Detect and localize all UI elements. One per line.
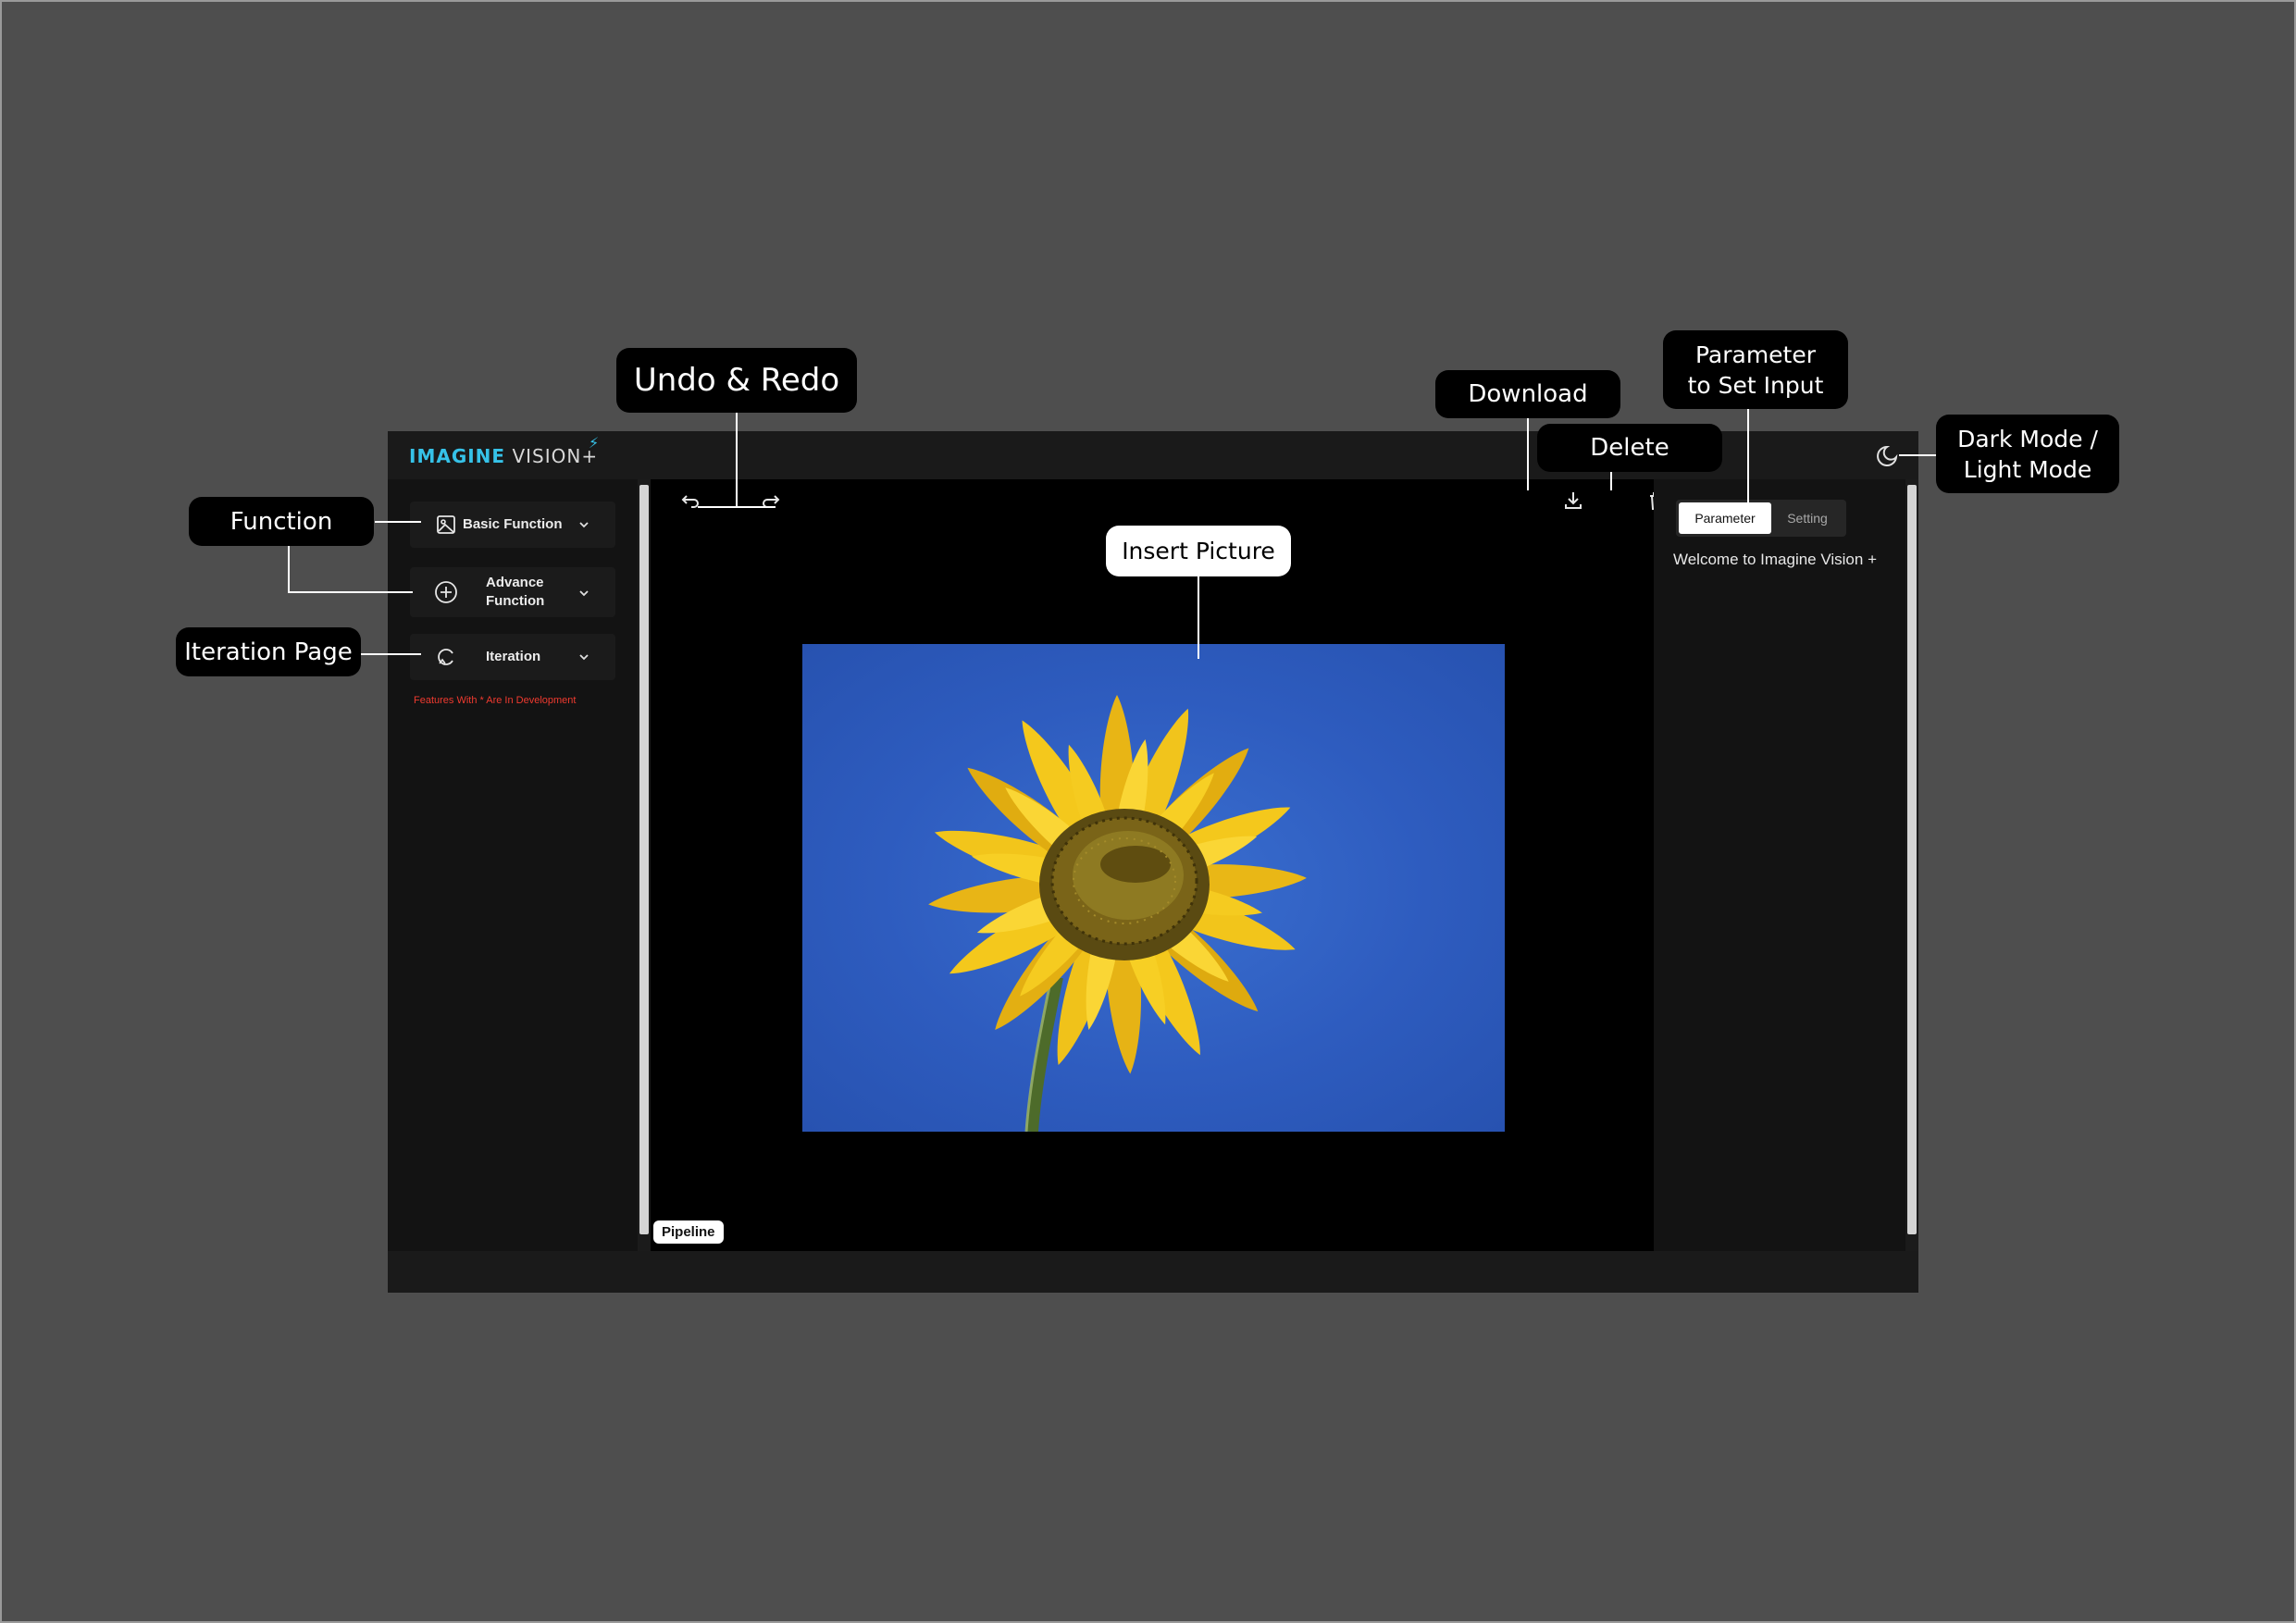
image-canvas[interactable]: Pipeline [651, 479, 1663, 1251]
undo-icon [681, 495, 699, 508]
redo-icon [763, 495, 780, 508]
advance-function-button[interactable]: Advance Function [410, 567, 615, 617]
download-button[interactable] [1559, 487, 1587, 514]
theme-toggle-button[interactable] [1875, 444, 1899, 468]
left-scrollbar[interactable] [638, 479, 651, 1251]
logo-sub-text: VISION+ [512, 445, 599, 467]
left-sidebar: Basic Function Advance Function Iteratio… [388, 479, 638, 1251]
scrollbar-thumb[interactable] [1907, 485, 1917, 1234]
chevron-down-icon [579, 654, 589, 661]
bolt-icon: ⚡ [589, 434, 601, 452]
moon-icon [1877, 445, 1898, 466]
callout-insert-picture: Insert Picture [1106, 526, 1291, 576]
right-panel: Parameter Setting Welcome to Imagine Vis… [1654, 479, 1905, 1251]
callout-parameter: Parameter to Set Input [1663, 330, 1848, 409]
inserted-picture[interactable] [802, 644, 1505, 1132]
tab-parameter[interactable]: Parameter [1679, 502, 1771, 534]
callout-download: Download [1435, 370, 1620, 418]
refresh-icon [438, 649, 453, 665]
welcome-text: Welcome to Imagine Vision + [1672, 551, 1877, 568]
scrollbar-thumb[interactable] [639, 485, 649, 1234]
undo-button[interactable] [678, 487, 706, 514]
chevron-down-icon [579, 522, 589, 528]
tab-setting[interactable]: Setting [1771, 502, 1843, 534]
app-logo: IMAGINE VISION+ ⚡ [409, 434, 599, 467]
panel-tabs: Parameter Setting [1676, 500, 1846, 537]
image-icon [437, 515, 455, 534]
logo-main-text: IMAGINE [409, 445, 506, 467]
callout-delete: Delete [1537, 424, 1722, 472]
plus-circle-icon [435, 581, 457, 603]
advance-function-label: Advance Function [486, 575, 545, 609]
iteration-button[interactable]: Iteration [410, 634, 615, 680]
basic-function-label: Basic Function [463, 516, 563, 532]
right-scrollbar[interactable] [1905, 479, 1918, 1251]
callout-undo-redo: Undo & Redo [616, 348, 857, 413]
download-icon [1565, 492, 1582, 509]
callout-function: Function [189, 497, 374, 546]
callout-iteration-page: Iteration Page [176, 627, 361, 676]
basic-function-button[interactable]: Basic Function [410, 502, 615, 548]
redo-button[interactable] [755, 487, 783, 514]
development-note: Features With * Are In Development [414, 695, 577, 706]
sunflower-image [928, 695, 1307, 1132]
iteration-label: Iteration [486, 649, 541, 664]
bottom-bar [388, 1251, 1918, 1293]
pipeline-button[interactable]: Pipeline [653, 1220, 724, 1244]
callout-dark-light-mode: Dark Mode / Light Mode [1936, 415, 2119, 493]
chevron-down-icon [579, 590, 589, 597]
